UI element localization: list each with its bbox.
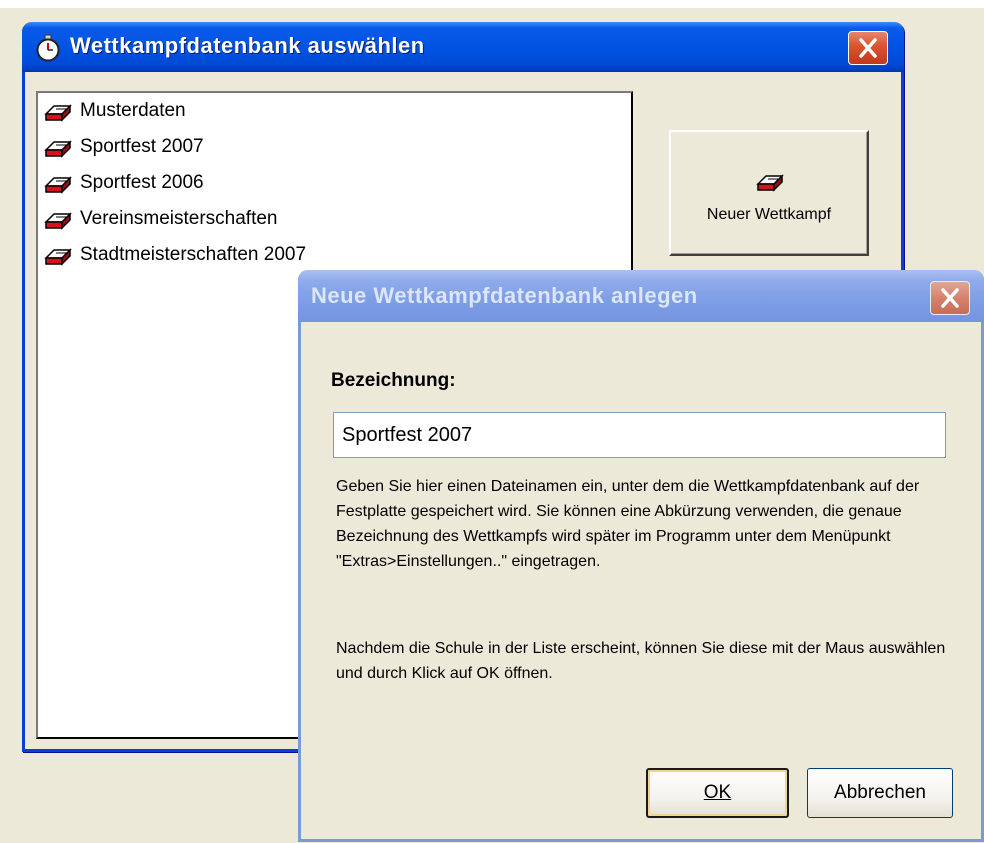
dialog-title: Neue Wettkampfdatenbank anlegen — [311, 283, 698, 308]
list-item[interactable]: Sportfest 2006 — [38, 165, 631, 201]
database-icon — [756, 174, 784, 192]
list-item[interactable]: Musterdaten — [38, 93, 631, 129]
list-item-label: Sportfest 2007 — [80, 136, 204, 157]
new-competition-label: Neuer Wettkampf — [706, 206, 832, 223]
list-item-label: Vereinsmeisterschaften — [80, 208, 278, 229]
list-item[interactable]: Sportfest 2007 — [38, 129, 631, 165]
cancel-button-label: Abbrechen — [834, 782, 926, 803]
close-icon — [941, 288, 959, 308]
desktop-background — [0, 0, 984, 8]
list-item-label: Sportfest 2006 — [80, 172, 204, 193]
help-text: Geben Sie hier einen Dateinamen ein, unt… — [336, 478, 920, 570]
database-icon — [44, 212, 72, 230]
new-competition-button[interactable]: Neuer Wettkampf — [669, 130, 869, 256]
list-item-label: Musterdaten — [80, 100, 186, 121]
list-item-label: Stadtmeisterschaften 2007 — [80, 244, 307, 265]
database-icon — [44, 176, 72, 194]
dialog-close-button[interactable] — [930, 281, 970, 315]
ok-button-label: OK — [703, 782, 732, 803]
cancel-button[interactable]: Abbrechen — [807, 768, 953, 818]
ok-button[interactable]: OK — [646, 768, 789, 818]
list-item[interactable]: Vereinsmeisterschaften — [38, 201, 631, 237]
database-icon — [44, 248, 72, 266]
list-item[interactable]: Stadtmeisterschaften 2007 — [38, 237, 631, 273]
name-field-label: Bezeichnung: — [331, 370, 456, 391]
dialog-title-bar[interactable]: Neue Wettkampfdatenbank anlegen — [298, 270, 984, 322]
window-title: Wettkampfdatenbank auswählen — [70, 33, 425, 58]
help-text-secondary: Nachdem die Schule in der Liste erschein… — [336, 640, 946, 682]
name-input[interactable] — [333, 412, 946, 458]
database-icon — [44, 140, 72, 158]
close-button[interactable] — [848, 31, 888, 65]
title-bar[interactable]: Wettkampfdatenbank auswählen — [22, 22, 904, 72]
close-icon — [859, 38, 877, 58]
stopwatch-icon — [36, 34, 60, 62]
database-icon — [44, 104, 72, 122]
new-database-dialog: Neue Wettkampfdatenbank anlegen Bezeichn… — [298, 270, 984, 842]
